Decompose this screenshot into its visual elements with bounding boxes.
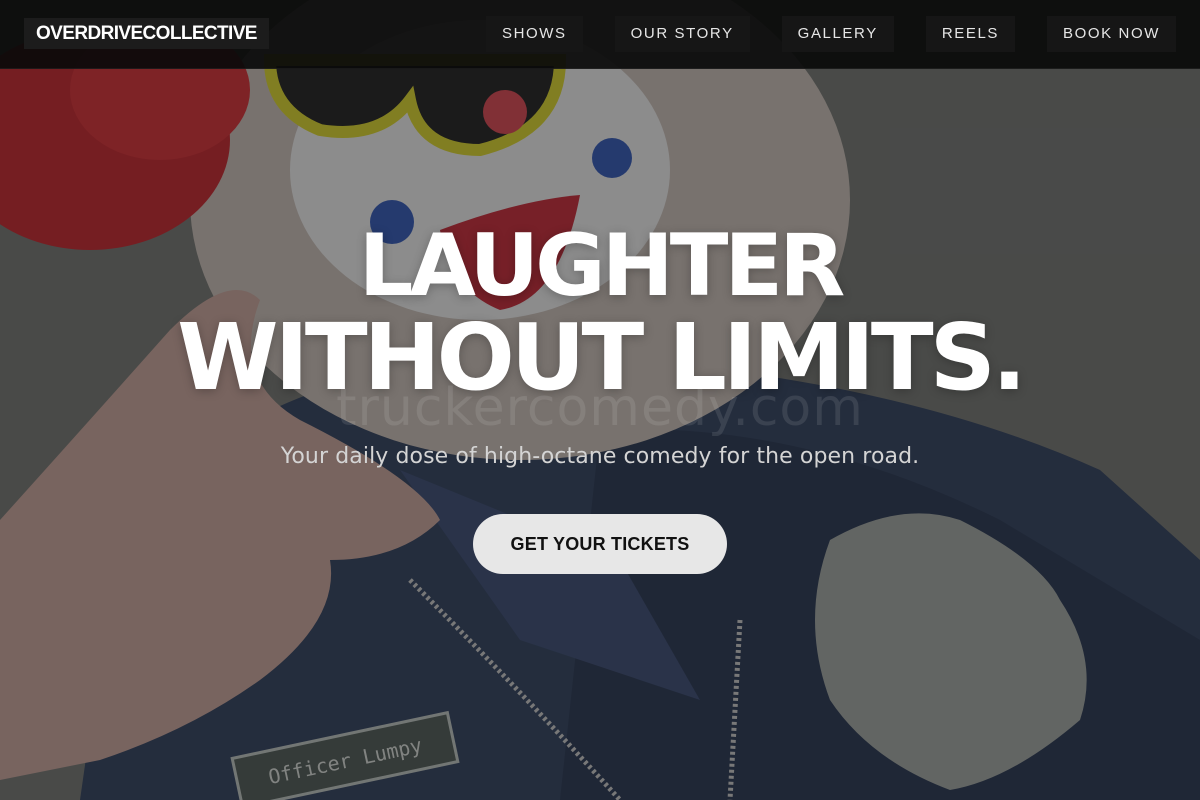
top-navbar: OVERDRIVECOLLECTIVE SHOWS OUR STORY GALL… [0, 0, 1200, 69]
hero-title-line2: WITHOUT LIMITS. [177, 304, 1027, 411]
main-nav: SHOWS OUR STORY GALLERY REELS BOOK NOW [485, 16, 1176, 52]
hero-section: truckercomedy.com LAUGHTER WITHOUT LIMIT… [0, 220, 1200, 469]
brand-logo[interactable]: OVERDRIVECOLLECTIVE [24, 18, 269, 49]
nav-item-shows[interactable]: SHOWS [485, 16, 583, 52]
nav-item-book-now[interactable]: BOOK NOW [1047, 16, 1176, 52]
hero-title: LAUGHTER WITHOUT LIMITS. [0, 220, 1200, 404]
get-tickets-button[interactable]: GET YOUR TICKETS [473, 514, 727, 574]
nav-item-gallery[interactable]: GALLERY [781, 16, 894, 52]
nav-item-reels[interactable]: REELS [925, 16, 1016, 52]
hero-subtitle: Your daily dose of high-octane comedy fo… [280, 444, 920, 469]
nav-item-our-story[interactable]: OUR STORY [614, 16, 750, 52]
landing-page: Officer Lumpy OVERDRIVECOLLECTIVE SHOWS … [0, 0, 1200, 800]
hero-title-line1: LAUGHTER [358, 216, 846, 316]
